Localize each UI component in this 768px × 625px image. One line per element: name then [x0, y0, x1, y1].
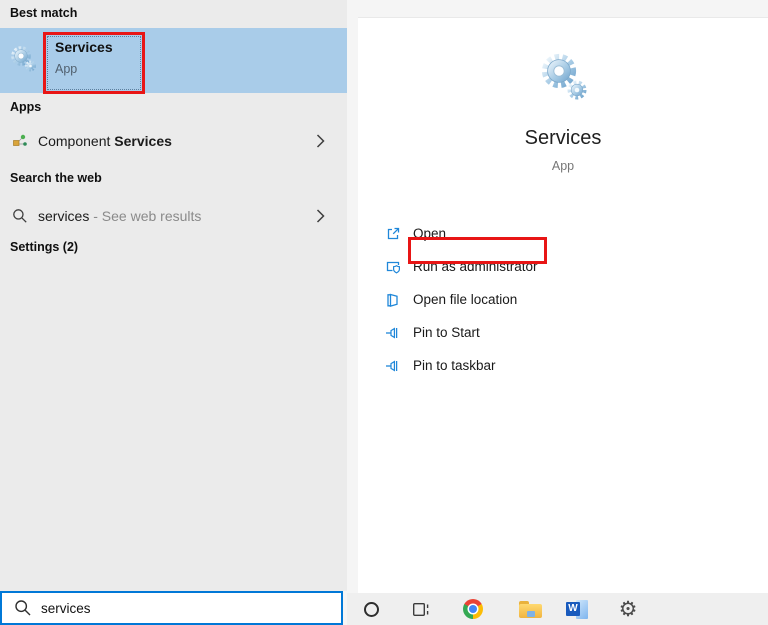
action-pin-to-taskbar[interactable]: Pin to taskbar — [358, 349, 768, 382]
services-gears-icon-large — [535, 49, 591, 105]
task-view-icon[interactable] — [406, 593, 436, 625]
search-bar-strip — [0, 591, 347, 625]
apps-header: Apps — [10, 100, 41, 114]
action-pin-to-start-label: Pin to Start — [413, 325, 480, 340]
search-input[interactable] — [41, 601, 321, 616]
start-circle-icon[interactable] — [356, 593, 386, 625]
component-services-label: Component Services — [38, 133, 172, 149]
chrome-icon[interactable] — [458, 593, 488, 625]
search-icon — [14, 599, 32, 617]
pin-icon — [385, 358, 401, 374]
start-circle-shape — [364, 602, 379, 617]
best-match-header: Best match — [10, 6, 77, 20]
action-open-label: Open — [413, 226, 446, 241]
word-icon[interactable]: W — [562, 593, 592, 625]
chevron-right-icon — [316, 133, 325, 148]
component-match: Services — [114, 133, 172, 149]
folder-window — [527, 611, 535, 617]
web-search-label: services - See web results — [38, 208, 201, 224]
result-web-search[interactable]: services - See web results — [0, 194, 347, 237]
action-open[interactable]: Open — [358, 217, 768, 250]
search-icon — [12, 208, 28, 224]
app-preview-panel: Services App Open Run as administrator O… — [358, 17, 768, 593]
preview-app-title: Services — [358, 127, 768, 150]
word-letter: W — [566, 602, 580, 616]
gear-glyph: ⚙ — [619, 599, 638, 620]
search-the-web-header: Search the web — [10, 171, 102, 185]
web-search-suffix: - See web results — [93, 208, 201, 224]
web-search-query: services — [38, 208, 89, 224]
folder-shape — [519, 601, 542, 618]
action-pin-to-start[interactable]: Pin to Start — [358, 316, 768, 349]
pin-icon — [385, 325, 401, 341]
task-view-glyph — [412, 601, 431, 618]
word-logo: W — [566, 600, 588, 619]
search-results-panel: Best match Services App Apps — [0, 0, 347, 591]
open-file-location-icon — [385, 292, 401, 308]
chrome-center-dot — [469, 605, 477, 613]
action-open-file-location[interactable]: Open file location — [358, 283, 768, 316]
services-gears-icon — [8, 44, 38, 74]
component-services-icon — [12, 133, 28, 149]
taskbar-search-box[interactable] — [0, 591, 343, 625]
best-match-subtitle: App — [55, 62, 113, 76]
component-prefix: Component — [38, 133, 114, 149]
run-as-admin-shield-icon — [385, 259, 401, 275]
action-run-as-admin-label: Run as administrator — [413, 259, 538, 274]
result-component-services[interactable]: Component Services — [0, 119, 347, 162]
settings-gear-icon[interactable]: ⚙ — [613, 593, 643, 625]
action-run-as-administrator[interactable]: Run as administrator — [358, 250, 768, 283]
result-best-match-services[interactable]: Services App — [0, 28, 347, 93]
action-pin-to-taskbar-label: Pin to taskbar — [413, 358, 496, 373]
best-match-text-block: Services App — [55, 39, 113, 76]
settings-header: Settings (2) — [10, 240, 78, 254]
best-match-title: Services — [55, 39, 113, 55]
chevron-right-icon — [316, 208, 325, 223]
open-icon — [385, 226, 401, 242]
file-explorer-icon[interactable] — [514, 593, 546, 625]
preview-app-subtitle: App — [358, 159, 768, 173]
action-open-file-location-label: Open file location — [413, 292, 517, 307]
context-actions-list: Open Run as administrator Open file loca… — [358, 217, 768, 382]
chrome-logo — [463, 599, 483, 619]
